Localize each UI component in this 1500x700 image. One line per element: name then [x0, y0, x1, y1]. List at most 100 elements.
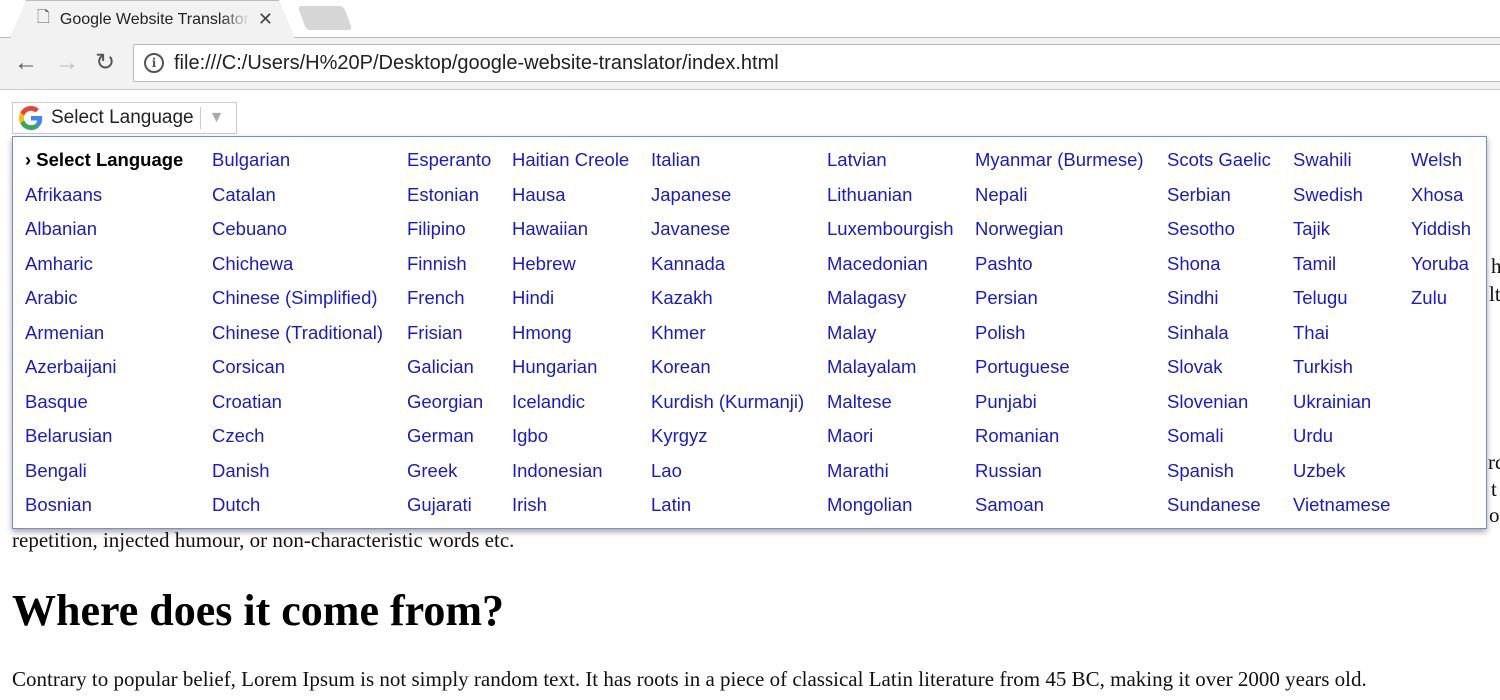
language-option[interactable]: Finnish — [407, 252, 491, 287]
language-option[interactable]: Welsh — [1411, 148, 1471, 183]
language-option[interactable]: Bosnian — [25, 493, 183, 528]
language-option[interactable]: Estonian — [407, 183, 491, 218]
language-option[interactable]: Sesotho — [1167, 217, 1271, 252]
language-option[interactable]: Japanese — [651, 183, 804, 218]
language-option[interactable]: Swedish — [1293, 183, 1390, 218]
browser-tab[interactable]: 🗋 Google Website Translator ✕ — [10, 0, 295, 38]
language-option[interactable]: Azerbaijani — [25, 355, 183, 390]
language-option[interactable]: Maori — [827, 424, 954, 459]
language-option[interactable]: Malagasy — [827, 286, 954, 321]
url-text[interactable]: file:///C:/Users/H%20P/Desktop/google-we… — [174, 52, 779, 75]
language-option[interactable]: Swahili — [1293, 148, 1390, 183]
new-tab-button[interactable] — [297, 6, 353, 30]
forward-icon[interactable]: → — [55, 50, 79, 76]
back-icon[interactable]: ← — [14, 50, 38, 76]
language-option[interactable]: Arabic — [25, 286, 183, 321]
language-option[interactable]: Ukrainian — [1293, 390, 1390, 425]
language-option[interactable]: Scots Gaelic — [1167, 148, 1271, 183]
language-option[interactable]: Basque — [25, 390, 183, 425]
language-option[interactable]: Lithuanian — [827, 183, 954, 218]
language-option[interactable]: Yoruba — [1411, 252, 1471, 287]
language-option[interactable]: Cebuano — [212, 217, 383, 252]
language-option[interactable]: Hindi — [512, 286, 629, 321]
language-option[interactable]: Albanian — [25, 217, 183, 252]
language-option[interactable]: Xhosa — [1411, 183, 1471, 218]
dropdown-arrow-icon[interactable]: ▼ — [209, 109, 225, 127]
language-option[interactable]: Italian — [651, 148, 804, 183]
language-option[interactable]: Spanish — [1167, 459, 1271, 494]
language-option[interactable]: Mongolian — [827, 493, 954, 528]
language-option[interactable]: Uzbek — [1293, 459, 1390, 494]
language-option[interactable]: Urdu — [1293, 424, 1390, 459]
language-option[interactable]: Somali — [1167, 424, 1271, 459]
language-option[interactable]: Zulu — [1411, 286, 1471, 321]
language-option[interactable]: Igbo — [512, 424, 629, 459]
language-option[interactable]: Irish — [512, 493, 629, 528]
language-option[interactable]: Chichewa — [212, 252, 383, 287]
language-option[interactable]: Sindhi — [1167, 286, 1271, 321]
language-option[interactable]: Filipino — [407, 217, 491, 252]
language-option[interactable]: Latin — [651, 493, 804, 528]
language-option[interactable]: Slovenian — [1167, 390, 1271, 425]
language-option[interactable]: Belarusian — [25, 424, 183, 459]
language-option[interactable]: Yiddish — [1411, 217, 1471, 252]
language-option[interactable]: Pashto — [975, 252, 1144, 287]
language-option[interactable]: French — [407, 286, 491, 321]
language-option[interactable]: Myanmar (Burmese) — [975, 148, 1144, 183]
language-option[interactable]: Maltese — [827, 390, 954, 425]
language-option[interactable]: Galician — [407, 355, 491, 390]
menu-item-selected[interactable]: › Select Language — [25, 148, 183, 183]
language-option[interactable]: Chinese (Traditional) — [212, 321, 383, 356]
language-option[interactable]: Latvian — [827, 148, 954, 183]
language-option[interactable]: Luxembourgish — [827, 217, 954, 252]
language-option[interactable]: Khmer — [651, 321, 804, 356]
language-option[interactable]: Czech — [212, 424, 383, 459]
language-option[interactable]: Sinhala — [1167, 321, 1271, 356]
language-option[interactable]: Javanese — [651, 217, 804, 252]
language-option[interactable]: Hungarian — [512, 355, 629, 390]
address-bar[interactable]: i file:///C:/Users/H%20P/Desktop/google-… — [133, 44, 1500, 82]
language-option[interactable]: Kazakh — [651, 286, 804, 321]
language-option[interactable]: Slovak — [1167, 355, 1271, 390]
language-option[interactable]: Tajik — [1293, 217, 1390, 252]
language-option[interactable]: Thai — [1293, 321, 1390, 356]
info-icon[interactable]: i — [144, 53, 164, 73]
language-option[interactable]: Danish — [212, 459, 383, 494]
language-option[interactable]: Shona — [1167, 252, 1271, 287]
language-option[interactable]: Bulgarian — [212, 148, 383, 183]
language-option[interactable]: Nepali — [975, 183, 1144, 218]
language-option[interactable]: Marathi — [827, 459, 954, 494]
language-option[interactable]: Macedonian — [827, 252, 954, 287]
language-option[interactable]: Esperanto — [407, 148, 491, 183]
language-option[interactable]: Corsican — [212, 355, 383, 390]
language-option[interactable]: Hausa — [512, 183, 629, 218]
language-option[interactable]: German — [407, 424, 491, 459]
language-option[interactable]: Norwegian — [975, 217, 1144, 252]
language-option[interactable]: Sundanese — [1167, 493, 1271, 528]
language-option[interactable]: Korean — [651, 355, 804, 390]
language-option[interactable]: Persian — [975, 286, 1144, 321]
language-option[interactable]: Haitian Creole — [512, 148, 629, 183]
language-option[interactable]: Malay — [827, 321, 954, 356]
language-option[interactable]: Telugu — [1293, 286, 1390, 321]
language-select[interactable]: Select Language ▼ — [12, 102, 237, 134]
language-option[interactable]: Frisian — [407, 321, 491, 356]
language-option[interactable]: Kyrgyz — [651, 424, 804, 459]
language-option[interactable]: Hmong — [512, 321, 629, 356]
language-option[interactable]: Greek — [407, 459, 491, 494]
language-option[interactable]: Romanian — [975, 424, 1144, 459]
language-option[interactable]: Dutch — [212, 493, 383, 528]
language-option[interactable]: Turkish — [1293, 355, 1390, 390]
language-option[interactable]: Serbian — [1167, 183, 1271, 218]
language-option[interactable]: Chinese (Simplified) — [212, 286, 383, 321]
language-option[interactable]: Afrikaans — [25, 183, 183, 218]
language-option[interactable]: Indonesian — [512, 459, 629, 494]
language-option[interactable]: Lao — [651, 459, 804, 494]
language-option[interactable]: Catalan — [212, 183, 383, 218]
language-option[interactable]: Polish — [975, 321, 1144, 356]
language-option[interactable]: Georgian — [407, 390, 491, 425]
language-option[interactable]: Bengali — [25, 459, 183, 494]
language-option[interactable]: Amharic — [25, 252, 183, 287]
language-option[interactable]: Armenian — [25, 321, 183, 356]
language-option[interactable]: Portuguese — [975, 355, 1144, 390]
